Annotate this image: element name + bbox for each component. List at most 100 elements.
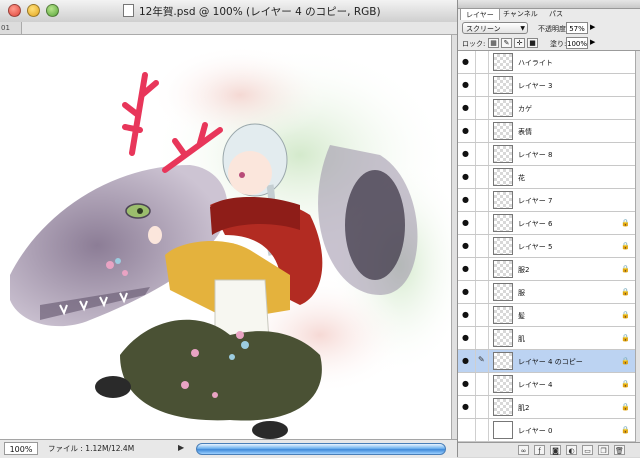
layer-thumbnail xyxy=(493,398,513,416)
layer-row[interactable]: ● レイヤー 6 🔒 xyxy=(458,212,635,235)
layer-row[interactable]: ● 肌2 🔒 xyxy=(458,396,635,419)
link-cell[interactable] xyxy=(475,120,489,142)
layer-row[interactable]: ● 花 xyxy=(458,166,635,189)
status-bar: 100% ファイル : 1.12M/12.4M ▶ xyxy=(0,439,457,458)
lock-position-icon[interactable]: ✛ xyxy=(514,38,525,48)
link-cell[interactable] xyxy=(475,51,489,73)
tab-layers[interactable]: レイヤー xyxy=(460,8,500,20)
new-layer-icon[interactable]: ❐ xyxy=(598,445,609,455)
eye-icon[interactable]: ● xyxy=(461,402,470,411)
panel-tabs: レイヤー チャンネル パス xyxy=(458,8,640,20)
blend-mode-value: スクリーン xyxy=(466,25,501,33)
tab-paths[interactable]: パス xyxy=(544,8,568,20)
window-title: 12年賀.psd @ 100% (レイヤー 4 のコピー, RGB) xyxy=(139,6,381,18)
artwork xyxy=(10,45,451,439)
layer-name: 肌2 xyxy=(518,404,530,412)
close-button[interactable] xyxy=(8,4,21,17)
trash-icon[interactable]: 🗑 xyxy=(614,445,625,455)
layer-row[interactable]: ● 表情 xyxy=(458,120,635,143)
link-cell[interactable] xyxy=(475,212,489,234)
eye-icon[interactable]: ● xyxy=(461,126,470,135)
zoom-button[interactable] xyxy=(46,4,59,17)
layer-row[interactable]: ● レイヤー 7 xyxy=(458,189,635,212)
document-icon xyxy=(123,4,134,17)
layer-row[interactable]: ● レイヤー 3 xyxy=(458,74,635,97)
link-layers-icon[interactable]: ∞ xyxy=(518,445,529,455)
eye-icon[interactable]: ● xyxy=(461,379,470,388)
layer-row[interactable]: ● カゲ xyxy=(458,97,635,120)
layer-name: ハイライト xyxy=(518,59,553,67)
layer-style-icon[interactable]: ƒ xyxy=(534,445,545,455)
blend-mode-select[interactable]: スクリーン ▼ xyxy=(462,22,528,34)
layer-row[interactable]: レイヤー 0 🔒 xyxy=(458,419,635,442)
window-titlebar[interactable]: 12年賀.psd @ 100% (レイヤー 4 のコピー, RGB) xyxy=(0,0,457,23)
lock-all-icon[interactable]: ■ xyxy=(527,38,538,48)
link-cell[interactable] xyxy=(475,235,489,257)
eye-icon[interactable]: ● xyxy=(461,287,470,296)
layer-thumbnail xyxy=(493,260,513,278)
link-cell[interactable] xyxy=(475,143,489,165)
layer-row[interactable]: ● レイヤー 8 xyxy=(458,143,635,166)
fill-slider-arrow-icon[interactable]: ▶ xyxy=(590,38,595,46)
layer-row[interactable]: ● ハイライト xyxy=(458,51,635,74)
brush-icon: ✎ xyxy=(478,355,485,364)
opacity-slider-arrow-icon[interactable]: ▶ xyxy=(590,23,595,31)
layer-thumbnail xyxy=(493,145,513,163)
layer-row[interactable]: ● 髪 🔒 xyxy=(458,304,635,327)
chevron-down-icon: ▼ xyxy=(520,25,525,32)
layers-scrollbar[interactable] xyxy=(635,51,640,442)
link-cell[interactable] xyxy=(475,97,489,119)
link-cell[interactable] xyxy=(475,189,489,211)
link-cell[interactable] xyxy=(475,327,489,349)
adjustment-layer-icon[interactable]: ◐ xyxy=(566,445,577,455)
eye-icon[interactable]: ● xyxy=(461,149,470,158)
status-menu-arrow[interactable]: ▶ xyxy=(178,443,184,452)
link-cell[interactable] xyxy=(475,74,489,96)
layer-row[interactable]: ● レイヤー 4 🔒 xyxy=(458,373,635,396)
link-cell[interactable] xyxy=(475,419,489,441)
opacity-field[interactable]: 57% xyxy=(566,22,588,34)
eye-icon[interactable]: ● xyxy=(461,195,470,204)
layer-thumbnail xyxy=(493,191,513,209)
layer-row[interactable]: ● 肌 🔒 xyxy=(458,327,635,350)
canvas[interactable] xyxy=(0,35,451,439)
horizontal-scrollbar[interactable] xyxy=(196,443,446,455)
eye-icon[interactable]: ● xyxy=(461,333,470,342)
eye-icon[interactable]: ● xyxy=(461,103,470,112)
link-cell[interactable] xyxy=(475,373,489,395)
minimize-button[interactable] xyxy=(27,4,40,17)
link-cell[interactable] xyxy=(475,396,489,418)
eye-icon[interactable]: ● xyxy=(461,264,470,273)
lock-icon: 🔒 xyxy=(621,334,630,342)
layer-name: 花 xyxy=(518,174,525,182)
fill-field[interactable]: 100% xyxy=(566,37,588,49)
layer-mask-icon[interactable]: ◙ xyxy=(550,445,561,455)
tab-channels[interactable]: チャンネル xyxy=(498,8,543,20)
eye-icon[interactable]: ● xyxy=(461,241,470,250)
link-cell[interactable] xyxy=(475,281,489,303)
zoom-field[interactable]: 100% xyxy=(4,442,38,455)
eye-icon[interactable]: ● xyxy=(461,310,470,319)
eye-icon[interactable]: ● xyxy=(461,80,470,89)
layer-row[interactable]: ● 服2 🔒 xyxy=(458,258,635,281)
link-cell[interactable]: ✎ xyxy=(475,350,489,372)
layer-row[interactable]: ● レイヤー 5 🔒 xyxy=(458,235,635,258)
eye-icon[interactable] xyxy=(461,425,470,434)
fill-label: 塗り: xyxy=(550,40,567,48)
link-cell[interactable] xyxy=(475,258,489,280)
lock-icon: 🔒 xyxy=(621,265,630,273)
lock-pixels-icon[interactable]: ✎ xyxy=(501,38,512,48)
layer-row[interactable]: ● 服 🔒 xyxy=(458,281,635,304)
layer-thumbnail xyxy=(493,99,513,117)
layer-row-selected[interactable]: ● ✎ レイヤー 4 のコピー 🔒 xyxy=(458,350,635,373)
eye-icon[interactable]: ● xyxy=(461,57,470,66)
lock-transparency-icon[interactable]: ▦ xyxy=(488,38,499,48)
lock-icon: 🔒 xyxy=(621,288,630,296)
link-cell[interactable] xyxy=(475,166,489,188)
new-group-icon[interactable]: ▭ xyxy=(582,445,593,455)
eye-icon[interactable]: ● xyxy=(461,172,470,181)
eye-icon[interactable]: ● xyxy=(461,356,470,365)
eye-icon[interactable]: ● xyxy=(461,218,470,227)
layer-name: レイヤー 6 xyxy=(518,220,553,228)
link-cell[interactable] xyxy=(475,304,489,326)
